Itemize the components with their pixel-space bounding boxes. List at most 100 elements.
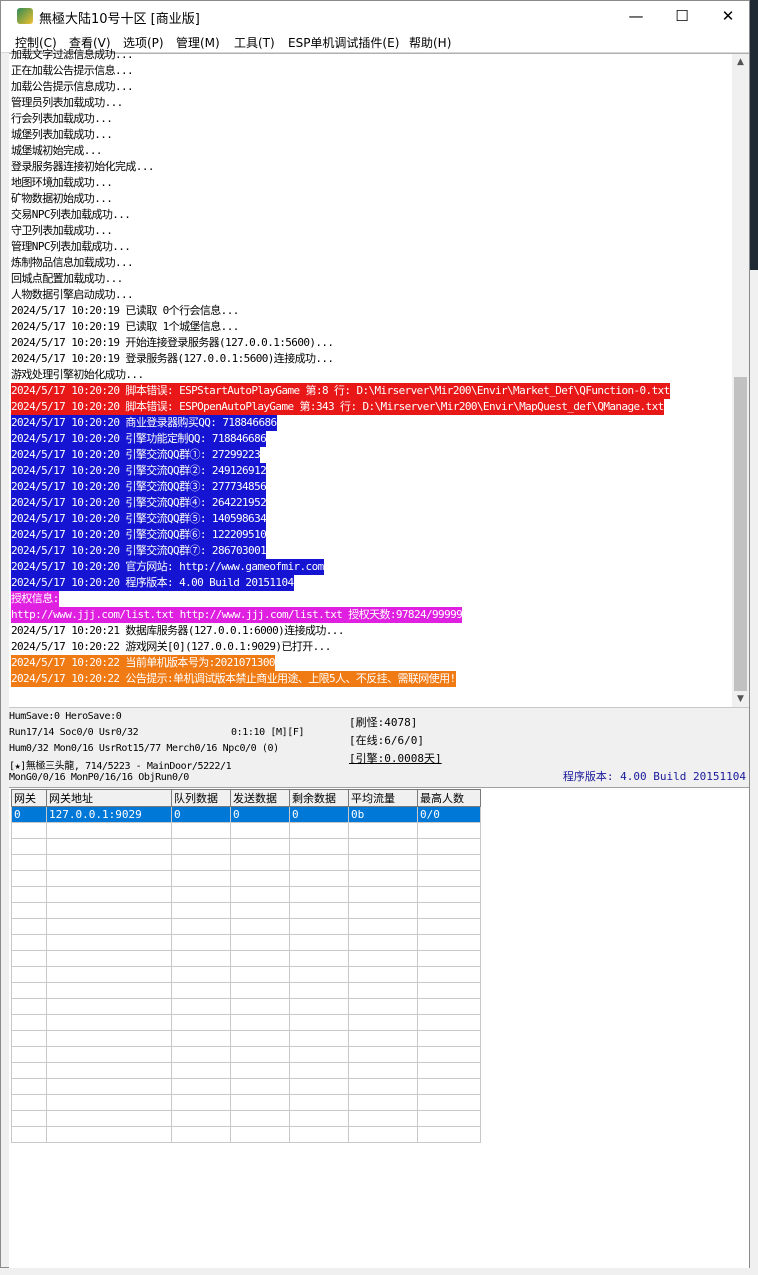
table-cell[interactable] xyxy=(230,934,290,951)
table-cell[interactable] xyxy=(417,1094,481,1111)
table-cell[interactable] xyxy=(11,1094,47,1111)
menu-tools[interactable]: 工具(T) xyxy=(234,34,275,51)
table-cell[interactable] xyxy=(289,1094,349,1111)
table-row[interactable] xyxy=(11,998,481,1015)
table-cell[interactable] xyxy=(171,1094,231,1111)
table-cell[interactable] xyxy=(230,854,290,871)
table-row[interactable] xyxy=(11,838,481,855)
table-cell[interactable] xyxy=(417,886,481,903)
table-cell[interactable] xyxy=(46,966,172,983)
table-cell[interactable] xyxy=(11,854,47,871)
table-cell[interactable] xyxy=(417,1078,481,1095)
table-cell[interactable] xyxy=(230,982,290,999)
column-header[interactable]: 网关地址 xyxy=(46,789,172,807)
table-cell[interactable] xyxy=(289,1126,349,1143)
menu-help[interactable]: 帮助(H) xyxy=(409,34,451,51)
table-cell[interactable] xyxy=(11,886,47,903)
table-cell[interactable] xyxy=(171,966,231,983)
table-cell[interactable] xyxy=(46,838,172,855)
table-cell[interactable] xyxy=(11,1014,47,1031)
table-cell[interactable] xyxy=(289,1030,349,1047)
table-cell[interactable] xyxy=(46,870,172,887)
column-header[interactable]: 发送数据 xyxy=(230,789,290,807)
table-cell[interactable] xyxy=(348,1126,418,1143)
table-cell[interactable] xyxy=(230,822,290,839)
scroll-thumb[interactable] xyxy=(734,377,747,691)
table-cell[interactable] xyxy=(171,1126,231,1143)
table-cell[interactable]: 0 xyxy=(230,806,290,823)
table-cell[interactable] xyxy=(289,1078,349,1095)
table-cell[interactable] xyxy=(348,1078,418,1095)
table-cell[interactable] xyxy=(11,934,47,951)
table-cell[interactable] xyxy=(230,838,290,855)
table-cell[interactable] xyxy=(417,870,481,887)
table-cell[interactable] xyxy=(11,1126,47,1143)
table-cell[interactable] xyxy=(230,870,290,887)
table-cell[interactable] xyxy=(46,1126,172,1143)
table-cell[interactable] xyxy=(11,822,47,839)
table-cell[interactable] xyxy=(348,998,418,1015)
table-cell[interactable] xyxy=(230,886,290,903)
table-cell[interactable] xyxy=(348,1046,418,1063)
table-row[interactable] xyxy=(11,982,481,999)
table-cell[interactable]: 0 xyxy=(289,806,349,823)
title-bar[interactable]: 無極大陆10号十区 [商业版] — ☐ ✕ xyxy=(1,1,749,31)
table-cell[interactable] xyxy=(171,902,231,919)
table-cell[interactable] xyxy=(289,822,349,839)
table-cell[interactable] xyxy=(348,1062,418,1079)
table-row[interactable] xyxy=(11,1078,481,1095)
table-cell[interactable] xyxy=(289,918,349,935)
table-cell[interactable] xyxy=(417,1110,481,1127)
log-panel[interactable]: 加载文字过滤信息成功... 正在加载公告提示信息... 加载公告提示信息成功... 管… xyxy=(9,48,749,708)
table-row[interactable] xyxy=(11,886,481,903)
table-cell[interactable] xyxy=(171,1014,231,1031)
table-cell[interactable] xyxy=(11,982,47,999)
table-cell[interactable] xyxy=(348,886,418,903)
table-cell[interactable] xyxy=(289,950,349,967)
table-cell[interactable] xyxy=(348,902,418,919)
table-cell[interactable] xyxy=(289,886,349,903)
table-cell[interactable]: 0b xyxy=(348,806,418,823)
table-row[interactable] xyxy=(11,966,481,983)
table-cell[interactable] xyxy=(11,966,47,983)
table-cell[interactable] xyxy=(348,918,418,935)
minimize-button[interactable]: — xyxy=(613,1,659,31)
table-row[interactable] xyxy=(11,934,481,951)
table-cell[interactable] xyxy=(230,998,290,1015)
table-cell[interactable] xyxy=(348,838,418,855)
table-cell[interactable] xyxy=(289,870,349,887)
table-cell[interactable] xyxy=(348,934,418,951)
table-cell[interactable] xyxy=(230,1014,290,1031)
table-cell[interactable] xyxy=(230,918,290,935)
table-cell[interactable] xyxy=(171,1110,231,1127)
table-cell[interactable] xyxy=(171,886,231,903)
table-cell[interactable] xyxy=(289,1062,349,1079)
table-cell[interactable] xyxy=(230,950,290,967)
table-cell[interactable] xyxy=(348,1014,418,1031)
table-cell[interactable] xyxy=(11,1046,47,1063)
maximize-button[interactable]: ☐ xyxy=(659,1,705,31)
menu-esp-plugin[interactable]: ESP单机调试插件(E) xyxy=(288,34,399,51)
scroll-up-arrow-icon[interactable]: ▲ xyxy=(732,54,749,71)
table-cell[interactable] xyxy=(348,950,418,967)
log-scrollbar[interactable]: ▲ ▼ xyxy=(732,54,749,708)
table-cell[interactable] xyxy=(171,998,231,1015)
table-cell[interactable] xyxy=(171,934,231,951)
table-row[interactable] xyxy=(11,1094,481,1111)
table-cell[interactable] xyxy=(230,1078,290,1095)
table-cell[interactable] xyxy=(417,918,481,935)
table-cell[interactable] xyxy=(289,838,349,855)
table-cell[interactable] xyxy=(11,870,47,887)
table-cell[interactable] xyxy=(46,918,172,935)
table-cell[interactable] xyxy=(348,854,418,871)
table-cell[interactable] xyxy=(417,822,481,839)
table-cell[interactable] xyxy=(230,966,290,983)
table-cell[interactable] xyxy=(417,1126,481,1143)
table-cell[interactable] xyxy=(46,886,172,903)
table-cell[interactable] xyxy=(230,1030,290,1047)
table-cell[interactable] xyxy=(11,1030,47,1047)
table-cell[interactable] xyxy=(417,854,481,871)
table-row[interactable] xyxy=(11,870,481,887)
table-cell[interactable] xyxy=(11,950,47,967)
table-cell[interactable] xyxy=(171,854,231,871)
